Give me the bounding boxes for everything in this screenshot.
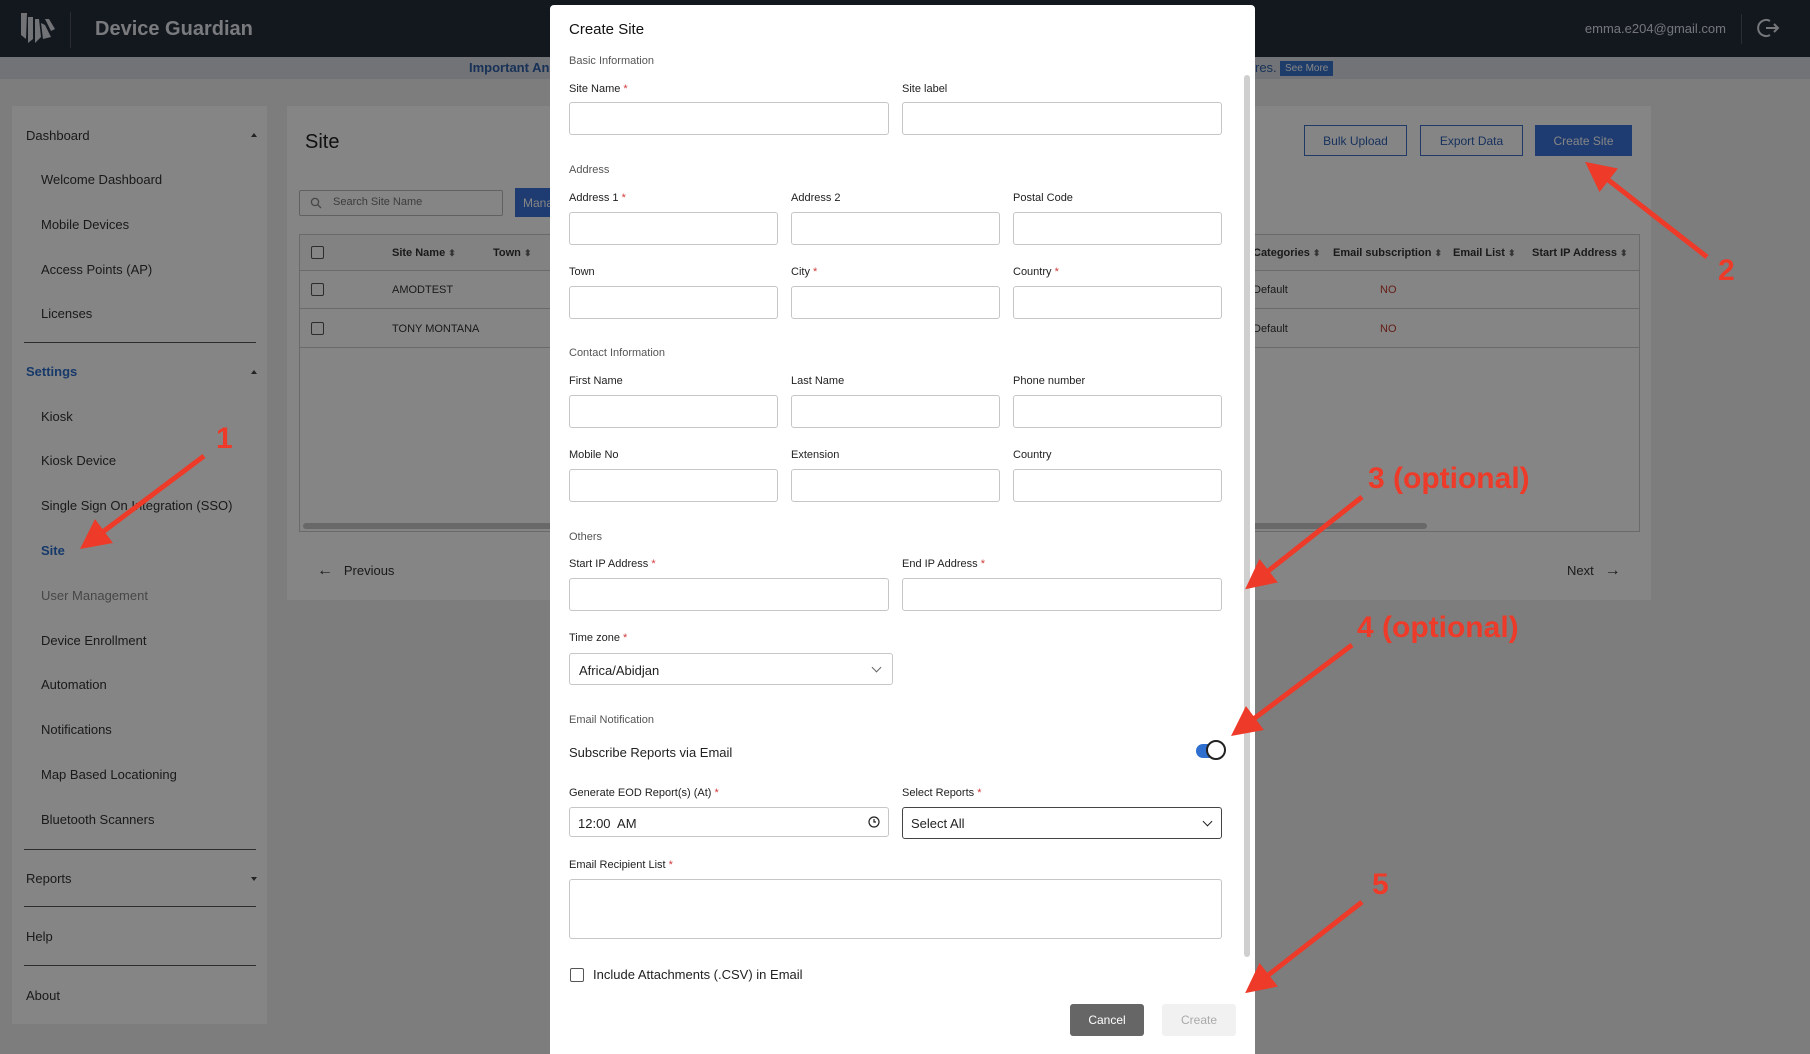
arrow-3	[1245, 495, 1364, 590]
annotation-label-2: 2	[1718, 254, 1735, 287]
arrow-4	[1231, 643, 1354, 737]
annotation-arrows	[80, 161, 1709, 994]
arrow-5	[1245, 900, 1364, 994]
arrow-2	[1585, 161, 1709, 259]
annotation-label-1: 1	[216, 422, 233, 455]
annotation-label-4: 4 (optional)	[1357, 611, 1519, 644]
arrow-1	[80, 454, 206, 549]
annotation-label-3: 3 (optional)	[1368, 462, 1530, 495]
annotation-label-5: 5	[1372, 868, 1389, 901]
